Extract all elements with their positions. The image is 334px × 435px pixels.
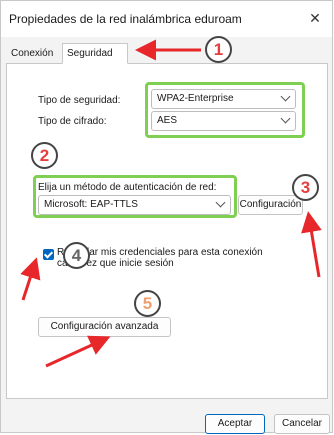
remember-credentials-checkbox[interactable] — [43, 249, 54, 260]
wireless-properties-dialog: Propiedades de la red inalámbrica eduroa… — [0, 0, 333, 434]
encryption-type-label: Tipo de cifrado: — [38, 116, 107, 127]
configuration-button[interactable]: Configuración — [238, 195, 303, 215]
step-3-marker: 3 — [292, 174, 319, 201]
remember-credentials-label: Recordar mis credenciales para esta cone… — [57, 247, 263, 269]
close-icon[interactable]: ✕ — [306, 9, 324, 27]
tab-seguridad[interactable]: Seguridad — [62, 43, 128, 64]
security-fields-highlight — [145, 82, 305, 138]
window-title: Propiedades de la red inalámbrica eduroa… — [9, 12, 242, 26]
step-4-marker: 4 — [63, 242, 90, 269]
step-1-marker: 1 — [205, 36, 232, 63]
checkmark-icon — [43, 249, 54, 259]
step-5-marker: 5 — [134, 290, 161, 317]
cancel-button[interactable]: Cancelar — [274, 414, 330, 434]
tab-conexion[interactable]: Conexión — [6, 43, 62, 64]
advanced-settings-button[interactable]: Configuración avanzada — [38, 317, 171, 337]
auth-method-highlight — [33, 175, 237, 218]
accept-button[interactable]: Aceptar — [205, 414, 265, 434]
security-type-label: Tipo de seguridad: — [38, 95, 121, 106]
title-bar: Propiedades de la red inalámbrica eduroa… — [1, 1, 332, 37]
step-2-marker: 2 — [31, 142, 58, 169]
